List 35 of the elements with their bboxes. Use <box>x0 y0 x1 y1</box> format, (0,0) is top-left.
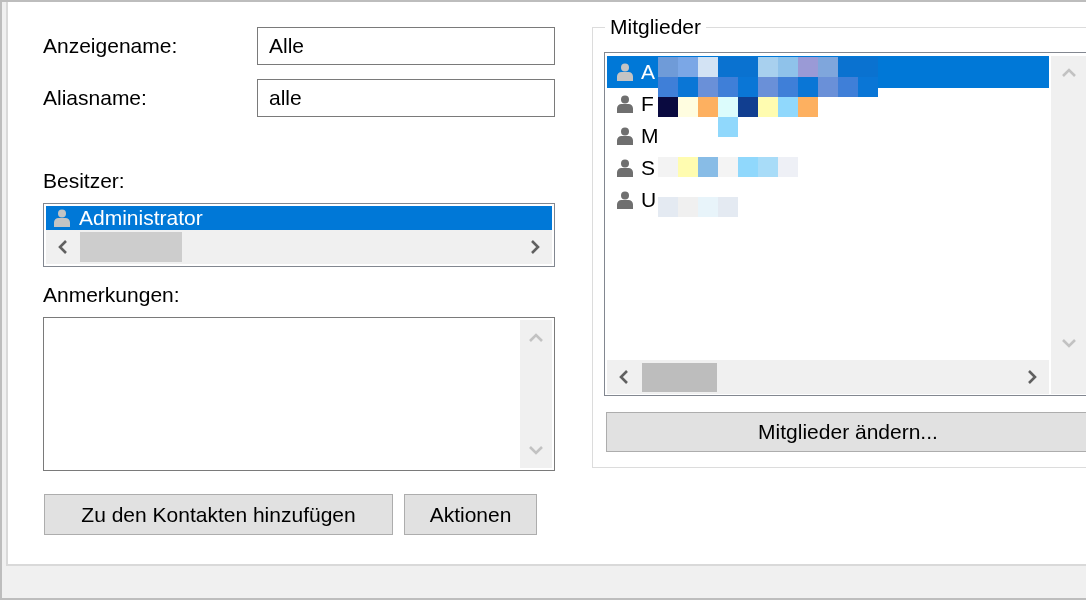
chevron-up-icon[interactable] <box>529 333 543 343</box>
owner-list[interactable]: Administrator <box>43 203 555 267</box>
list-item[interactable]: S <box>607 152 657 184</box>
field-label: Aliasname: <box>43 86 148 110</box>
scrollbar-thumb[interactable] <box>642 362 717 392</box>
chevron-up-icon[interactable] <box>1062 68 1076 78</box>
group-title: Mitglieder <box>609 15 703 39</box>
chevron-right-icon[interactable] <box>1027 370 1037 384</box>
text-field[interactable]: Alle <box>257 27 555 65</box>
text-field[interactable]: alle <box>257 79 555 117</box>
scrollbar-thumb[interactable] <box>80 232 182 262</box>
members-list[interactable]: A F M S U <box>604 52 1086 396</box>
person-icon <box>617 95 633 113</box>
person-icon <box>617 63 633 81</box>
person-icon <box>617 127 633 145</box>
chevron-left-icon[interactable] <box>619 370 629 384</box>
list-item[interactable]: F <box>607 88 656 120</box>
field-label: Anzeigename: <box>43 34 179 58</box>
action-button[interactable]: Zu den Kontakten hinzufügen <box>44 494 393 535</box>
field-label: Besitzer: <box>43 169 125 193</box>
list-item[interactable]: Administrator <box>46 206 552 230</box>
person-icon <box>617 191 633 209</box>
chevron-down-icon[interactable] <box>1062 338 1076 348</box>
notes-field[interactable] <box>43 317 555 471</box>
field-label: Anmerkungen: <box>43 283 180 307</box>
person-icon <box>617 159 633 177</box>
chevron-down-icon[interactable] <box>529 445 543 455</box>
chevron-right-icon[interactable] <box>530 240 540 254</box>
list-item[interactable]: U <box>607 184 659 216</box>
scrollbar-corner <box>1051 360 1086 394</box>
members-button[interactable]: Mitglieder ändern... <box>606 412 1086 452</box>
action-button[interactable]: Aktionen <box>404 494 537 535</box>
person-icon <box>54 209 70 227</box>
chevron-left-icon[interactable] <box>58 240 68 254</box>
list-item[interactable]: M <box>607 120 661 152</box>
